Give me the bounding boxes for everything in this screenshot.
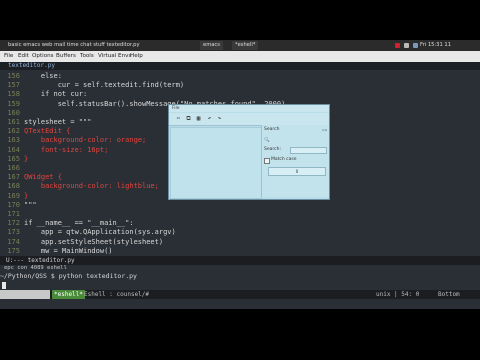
line-text: if __name__ == "__main__": <box>24 219 134 228</box>
line-text: background-color: lightblue; <box>24 182 159 191</box>
line-number: 162 <box>7 127 20 136</box>
match-case-checkbox[interactable] <box>264 158 270 164</box>
line-number: 156 <box>7 72 20 80</box>
search-icon: 🔍 <box>264 138 270 143</box>
network-icon[interactable] <box>395 43 400 48</box>
volume-icon[interactable] <box>404 43 409 48</box>
line-number: 172 <box>7 219 20 228</box>
eshell-header: epc con 4089 eshell <box>0 265 480 272</box>
line-text: if not cur: <box>24 90 88 99</box>
app-window-title[interactable]: File <box>169 105 329 112</box>
menu-buffers[interactable]: Buffers <box>56 51 76 62</box>
taskbar-eshell[interactable]: *eshell* <box>232 41 259 50</box>
menu-tools[interactable]: Tools <box>80 51 94 62</box>
line-text: } <box>24 191 29 200</box>
line-number: 168 <box>7 182 20 191</box>
search-dock-title: Search <box>264 127 280 132</box>
line-number: 167 <box>7 173 20 182</box>
search-input[interactable] <box>290 147 327 154</box>
match-case-label: Match case <box>271 157 297 162</box>
menu-edit[interactable]: Edit <box>18 51 29 62</box>
line-text: font-size: 16pt; <box>24 145 109 154</box>
line-number: 170 <box>7 200 20 209</box>
line-text: stylesheet = """ <box>24 118 92 126</box>
editor-modeline: U:--- texteditor.py <box>0 256 480 265</box>
modeline-status-block <box>0 290 50 299</box>
line-text: """ <box>24 200 37 209</box>
minibuffer[interactable] <box>0 299 480 309</box>
line-text: app = qtw.QApplication(sys.argv) <box>24 228 176 237</box>
line-text: cur = self.textedit.find(term) <box>24 81 185 90</box>
line-text: QTextEdit { <box>24 127 71 136</box>
line-number: 171 <box>7 210 20 218</box>
paste-icon[interactable]: ▦ <box>195 115 202 122</box>
line-number: 161 <box>7 118 20 126</box>
modeline-position: Bottom <box>438 291 460 298</box>
copy-icon[interactable]: ⧉ <box>185 115 192 122</box>
line-text: QWidget { <box>24 173 62 182</box>
line-number: 158 <box>7 90 20 99</box>
buffer-header: texteditor.py <box>0 62 480 70</box>
undo-icon[interactable]: ↶ <box>206 115 213 122</box>
line-number: 160 <box>7 108 20 117</box>
line-number: 165 <box>7 154 20 163</box>
line-text: app.setStyleSheet(stylesheet) <box>24 237 164 246</box>
search-dock: Search ▫▫ 🔍 Search: Match case 0 <box>261 125 329 197</box>
dock-buttons-icon[interactable]: ▫▫ <box>322 127 327 132</box>
line-number: 175 <box>7 246 20 255</box>
search-label: Search: <box>264 147 281 152</box>
cut-icon[interactable]: ✂ <box>175 115 182 122</box>
clock: Fri 15:31 11 <box>420 42 452 48</box>
line-number: 169 <box>7 191 20 200</box>
line-text: } <box>24 154 29 163</box>
line-number: 174 <box>7 237 20 246</box>
top-panel: basic emacs web mail time chat stuff tex… <box>0 40 480 51</box>
panel-title: basic emacs web mail time chat stuff tex… <box>8 42 140 48</box>
modeline-encoding: unix | 54: 0 <box>376 291 420 298</box>
line-number: 173 <box>7 228 20 237</box>
redo-icon[interactable]: ↷ <box>216 115 223 122</box>
line-number: 164 <box>7 145 20 154</box>
shell-prompt: ~/Python/QSS $ python texteditor.py <box>0 272 137 280</box>
modeline-mode: Eshell : counsel/# <box>84 291 150 298</box>
eshell-modeline: *eshell* Eshell : counsel/# unix | 54: 0… <box>0 290 480 299</box>
modeline-buffer: *eshell* <box>52 290 85 299</box>
search-button[interactable]: 0 <box>268 167 326 176</box>
text-cursor <box>2 282 6 289</box>
menu-file[interactable]: File <box>4 51 13 62</box>
battery-icon[interactable] <box>413 43 418 48</box>
line-number: 163 <box>7 136 20 145</box>
app-window[interactable]: File ✂ ⧉ ▦ ↶ ↷ Search ▫▫ 🔍 Search: Match… <box>168 104 330 200</box>
emacs-menubar: File Edit Options Buffers Tools Virtual … <box>0 51 480 62</box>
taskbar-emacs[interactable]: emacs <box>200 41 223 50</box>
line-text: background-color: orange; <box>24 136 147 145</box>
menu-help[interactable]: Help <box>130 51 143 62</box>
line-text: mw = MainWindow() <box>24 246 113 255</box>
line-text: else: <box>24 72 62 80</box>
line-number: 157 <box>7 81 20 90</box>
line-number: 159 <box>7 99 20 108</box>
line-number: 166 <box>7 164 20 172</box>
menu-options[interactable]: Options <box>32 51 54 62</box>
menu-virtual-envs[interactable]: Virtual Envs <box>98 51 131 62</box>
text-edit[interactable] <box>170 127 262 199</box>
